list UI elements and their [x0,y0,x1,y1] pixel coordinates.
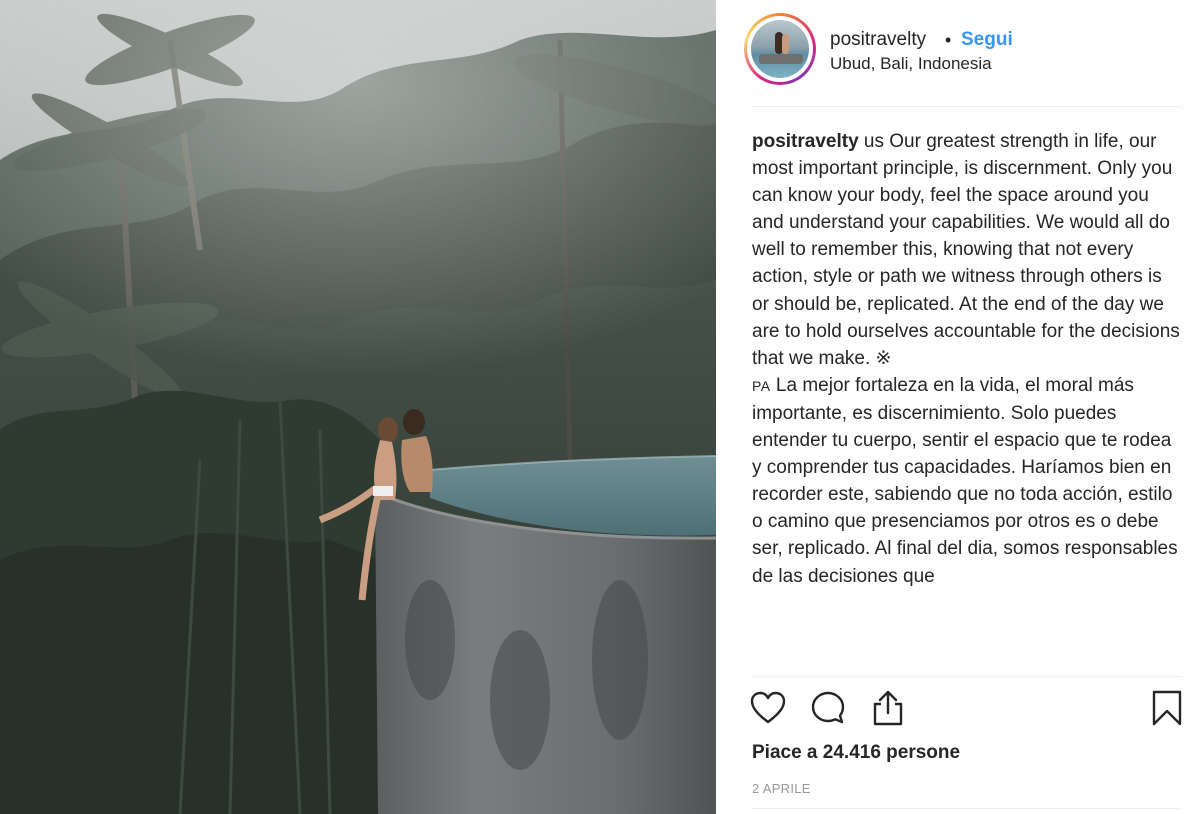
post-location[interactable]: Ubud, Bali, Indonesia [830,54,992,74]
caption-username[interactable]: positravelty [752,131,859,152]
post-header: positravelty • Segui Ubud, Bali, Indones… [716,0,1203,106]
follow-button[interactable]: Segui [961,29,1013,51]
post-actions [750,688,1182,728]
share-button[interactable] [868,688,908,728]
avatar-image-figure [782,34,789,54]
header-username[interactable]: positravelty [830,29,926,51]
post-details-panel: positravelty • Segui Ubud, Bali, Indones… [716,0,1203,814]
header-divider [752,106,1182,107]
avatar-story-ring[interactable] [744,13,816,85]
comment-button[interactable] [808,688,848,728]
avatar-ring-gap [747,16,813,82]
caption-english: positravelty us Our greatest strength in… [752,128,1182,372]
save-button[interactable] [1147,688,1187,728]
like-button[interactable] [748,688,788,728]
footer-divider [752,808,1182,809]
share-icon [873,690,903,726]
jungle-pool-photo [0,0,716,814]
caption-spanish-prefix: PA [752,377,771,394]
separator-dot: • [945,30,952,50]
likes-count[interactable]: Piace a 24.416 persone [752,742,960,764]
post-caption: positravelty us Our greatest strength in… [752,128,1182,668]
comment-icon [811,691,845,724]
avatar-image-rock [759,54,803,64]
post-date[interactable]: 2 APRILE [752,781,811,796]
avatar[interactable] [751,20,809,78]
caption-english-text: us Our greatest strength in life, our mo… [752,131,1180,369]
post-photo[interactable] [0,0,716,814]
heart-icon [750,691,786,724]
caption-spanish: PA La mejor fortaleza en la vida, el mor… [752,372,1182,590]
caption-divider [752,676,1182,677]
caption-spanish-text: La mejor fortaleza en la vida, el moral … [752,374,1178,587]
bookmark-icon [1152,690,1182,726]
